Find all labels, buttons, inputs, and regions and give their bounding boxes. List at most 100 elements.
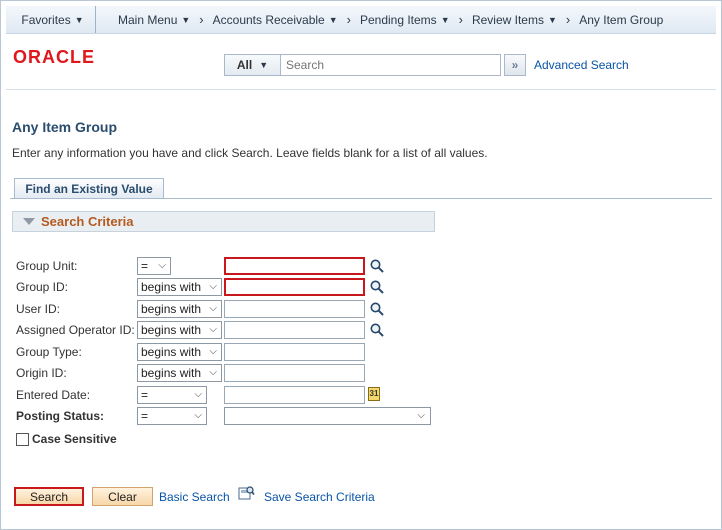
section-title: Search Criteria xyxy=(41,214,134,229)
breadcrumb-any-item-group[interactable]: Any Item Group xyxy=(579,13,663,27)
chevron-down-icon: ⌵ xyxy=(209,281,217,292)
page-instructions: Enter any information you have and click… xyxy=(12,146,488,160)
global-search: All ▼ » Advanced Search xyxy=(224,54,629,76)
breadcrumb-review-items[interactable]: Review Items ▼ xyxy=(472,13,557,27)
collapse-triangle-icon xyxy=(23,218,35,225)
field-row-group-unit: Group Unit: = ⌵ xyxy=(16,257,436,275)
operator-select[interactable]: = ⌵ xyxy=(137,407,207,425)
chevron-down-icon: ⌵ xyxy=(209,346,217,357)
group-unit-input[interactable] xyxy=(224,257,365,275)
search-scope-label: All xyxy=(236,58,253,72)
double-chevron-right-icon: » xyxy=(511,58,519,72)
assigned-operator-id-input[interactable] xyxy=(224,321,365,339)
user-id-input[interactable] xyxy=(224,300,365,318)
field-row-group-id: Group ID: begins with ⌵ xyxy=(16,278,436,296)
favorites-label: Favorites xyxy=(21,12,71,27)
field-label: Group Type: xyxy=(16,345,82,359)
field-label: Origin ID: xyxy=(16,366,67,380)
field-row-posting-status: Posting Status: = ⌵ ⌵ xyxy=(16,407,436,425)
operator-select[interactable]: = ⌵ xyxy=(137,257,171,275)
operator-select[interactable]: begins with ⌵ xyxy=(137,364,222,382)
operator-value: begins with xyxy=(141,323,202,337)
chevron-down-icon: ⌵ xyxy=(417,410,425,421)
breadcrumb-separator: › xyxy=(199,12,204,27)
chevron-down-icon: ⌵ xyxy=(158,260,166,271)
origin-id-input[interactable] xyxy=(224,364,365,382)
breadcrumb-pending-items[interactable]: Pending Items ▼ xyxy=(360,13,450,27)
magnifier-icon[interactable] xyxy=(369,301,385,317)
magnifier-icon[interactable] xyxy=(369,322,385,338)
operator-value: begins with xyxy=(141,345,202,359)
save-search-icon[interactable] xyxy=(238,485,255,501)
operator-value: begins with xyxy=(141,280,202,294)
operator-value: = xyxy=(141,388,149,402)
chevron-down-icon: ▼ xyxy=(259,60,269,70)
group-type-input[interactable] xyxy=(224,343,365,361)
operator-select[interactable]: begins with ⌵ xyxy=(137,321,222,339)
breadcrumb-label: Pending Items xyxy=(359,12,437,27)
chevron-down-icon: ⌵ xyxy=(209,367,217,378)
advanced-search-link[interactable]: Advanced Search xyxy=(534,58,629,72)
group-id-input[interactable] xyxy=(224,278,365,296)
entered-date-input[interactable] xyxy=(224,386,365,404)
search-go-button[interactable]: » xyxy=(504,54,526,76)
header-bar: ORACLE All ▼ » Advanced Search xyxy=(6,35,716,90)
clear-label: Clear xyxy=(108,489,137,504)
chevron-down-icon: ⌵ xyxy=(194,410,202,421)
field-row-origin-id: Origin ID: begins with ⌵ xyxy=(16,364,436,382)
basic-search-link[interactable]: Basic Search xyxy=(159,490,230,504)
main-menu-label: Main Menu xyxy=(118,12,178,27)
field-label: User ID: xyxy=(16,302,61,316)
field-label: Assigned Operator ID: xyxy=(16,323,135,337)
magnifier-icon[interactable] xyxy=(369,279,385,295)
search-button[interactable]: Search xyxy=(14,487,84,506)
operator-select[interactable]: = ⌵ xyxy=(137,386,207,404)
posting-status-select[interactable]: ⌵ xyxy=(224,407,431,425)
tab-find-existing-value[interactable]: Find an Existing Value xyxy=(14,178,164,199)
field-row-group-type: Group Type: begins with ⌵ xyxy=(16,343,436,361)
global-search-input[interactable] xyxy=(281,54,501,76)
magnifier-icon[interactable] xyxy=(369,258,385,274)
case-sensitive-row: Case Sensitive xyxy=(16,432,117,446)
chevron-down-icon: ▼ xyxy=(440,14,450,25)
operator-value: = xyxy=(141,409,149,423)
main-menu[interactable]: Main Menu ▼ xyxy=(96,13,190,27)
field-label: Group ID: xyxy=(16,280,69,294)
breadcrumb-separator: › xyxy=(458,12,463,27)
case-sensitive-label: Case Sensitive xyxy=(32,432,117,446)
oracle-logo: ORACLE xyxy=(13,47,95,67)
field-label: Entered Date: xyxy=(16,388,91,402)
chevron-down-icon: ⌵ xyxy=(194,389,202,400)
breadcrumb-accounts-receivable[interactable]: Accounts Receivable ▼ xyxy=(213,13,338,27)
field-row-assigned-operator-id: Assigned Operator ID: begins with ⌵ xyxy=(16,321,436,339)
breadcrumb-separator: › xyxy=(346,12,351,27)
favorites-menu[interactable]: Favorites ▼ xyxy=(6,6,96,33)
operator-select[interactable]: begins with ⌵ xyxy=(137,300,222,318)
breadcrumb-label: Review Items xyxy=(471,12,544,27)
chevron-down-icon: ▼ xyxy=(74,14,84,25)
chevron-down-icon: ▼ xyxy=(328,14,338,25)
chevron-down-icon: ▼ xyxy=(181,14,191,25)
chevron-down-icon: ⌵ xyxy=(209,324,217,335)
breadcrumb-label: Any Item Group xyxy=(579,12,664,27)
operator-value: begins with xyxy=(141,302,202,316)
operator-select[interactable]: begins with ⌵ xyxy=(137,278,222,296)
top-navigation-bar: Favorites ▼ Main Menu ▼ › Accounts Recei… xyxy=(6,6,716,34)
search-criteria-section-header[interactable]: Search Criteria xyxy=(12,211,435,232)
save-search-criteria-link[interactable]: Save Search Criteria xyxy=(264,490,375,504)
breadcrumb-label: Accounts Receivable xyxy=(212,12,325,27)
case-sensitive-checkbox[interactable] xyxy=(16,432,29,446)
chevron-down-icon: ▼ xyxy=(547,14,557,25)
search-scope-select[interactable]: All ▼ xyxy=(224,54,281,76)
chevron-down-icon: ⌵ xyxy=(209,303,217,314)
tab-label: Find an Existing Value xyxy=(25,182,153,196)
calendar-icon[interactable]: 31 xyxy=(368,387,380,401)
operator-select[interactable]: begins with ⌵ xyxy=(137,343,222,361)
field-label: Group Unit: xyxy=(16,259,78,273)
page-title: Any Item Group xyxy=(12,119,118,135)
clear-button[interactable]: Clear xyxy=(92,487,153,506)
field-row-entered-date: Entered Date: = ⌵ 31 xyxy=(16,386,436,404)
tab-underline xyxy=(10,198,712,199)
breadcrumb-separator: › xyxy=(565,12,571,27)
operator-value: = xyxy=(141,259,149,273)
